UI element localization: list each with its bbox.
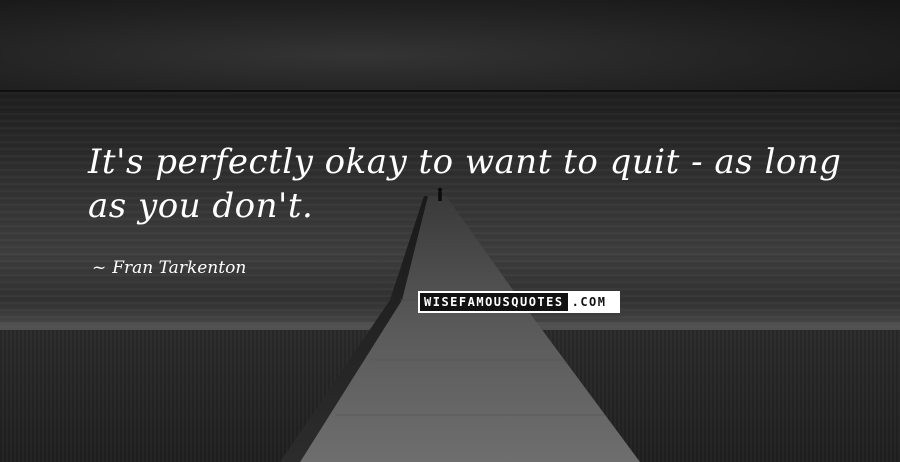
author-name: Fran Tarkenton xyxy=(112,258,247,278)
quote-text: It's perfectly okay to want to quit - as… xyxy=(88,140,848,228)
pier-walkway xyxy=(300,196,640,462)
quote-image: It's perfectly okay to want to quit - as… xyxy=(0,0,900,462)
pier-illustration xyxy=(280,187,640,462)
quote-author: ~ Fran Tarkenton xyxy=(92,258,246,278)
quote-line-2: as you don't. xyxy=(88,186,314,226)
site-watermark: WISEFAMOUSQUOTES .COM xyxy=(418,291,620,313)
author-dash: ~ xyxy=(92,258,107,278)
watermark-name: WISEFAMOUSQUOTES xyxy=(420,293,568,311)
quote-line-1: It's perfectly okay to want to quit - as… xyxy=(88,142,842,182)
watermark-domain: .COM xyxy=(567,293,618,311)
